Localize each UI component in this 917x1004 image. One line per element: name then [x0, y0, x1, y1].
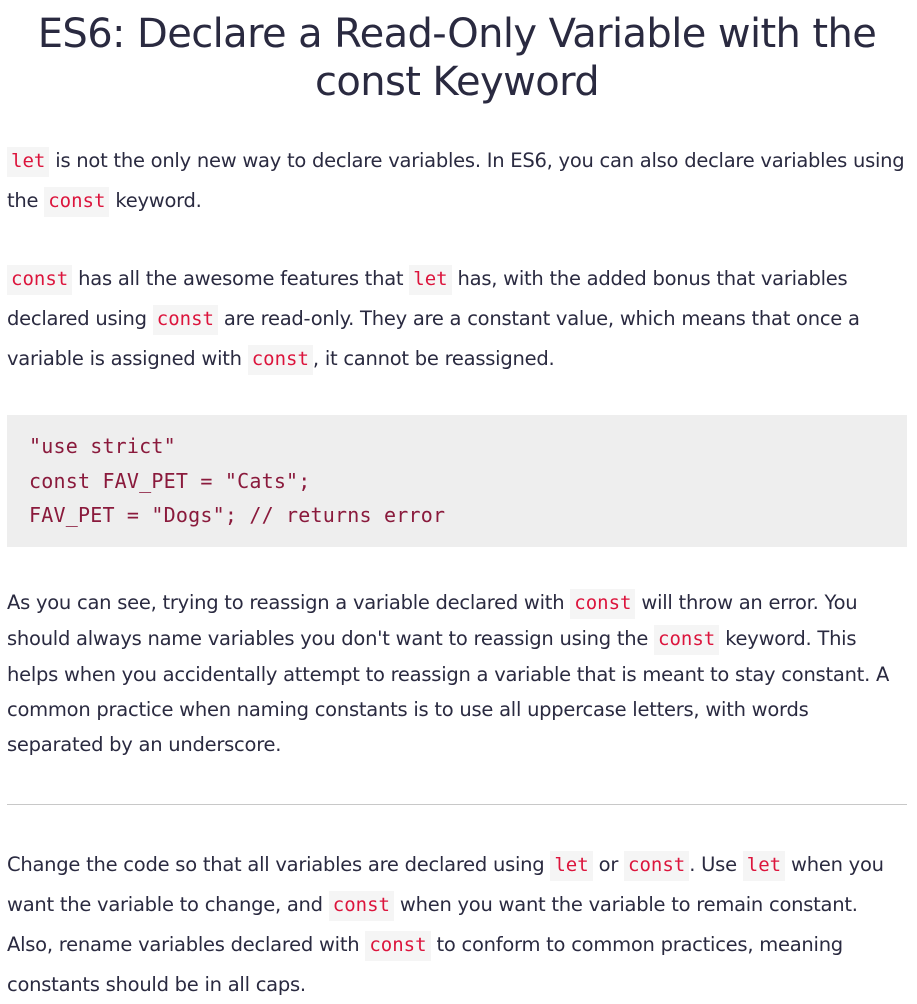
challenge-description: ES6: Declare a Read-Only Variable with t…	[7, 0, 907, 996]
paragraph-text: . Use	[689, 853, 743, 876]
intro-paragraph: let is not the only new way to declare v…	[7, 141, 907, 221]
inline-code: const	[152, 305, 218, 335]
code-example-block: "use strict" const FAV_PET = "Cats"; FAV…	[7, 415, 907, 547]
paragraph-text: has all the awesome features that	[72, 267, 410, 290]
inline-code: let	[7, 147, 50, 177]
inline-code: let	[742, 851, 786, 881]
inline-code: const	[44, 187, 110, 217]
inline-code: const	[7, 265, 73, 295]
page-title-line-2: const Keyword	[314, 59, 600, 105]
code-line: "use strict"	[29, 434, 176, 458]
explanation-paragraph: As you can see, trying to reassign a var…	[7, 585, 907, 762]
page-title-line-1: ES6: Declare a Read-Only Variable with t…	[37, 11, 877, 57]
inline-code: const	[365, 931, 431, 961]
inline-code: const	[624, 851, 690, 881]
inline-code: const	[654, 625, 720, 655]
section-divider	[7, 804, 907, 805]
paragraph-text: keyword.	[109, 189, 202, 212]
inline-code: const	[328, 891, 394, 921]
inline-code: let	[409, 265, 452, 295]
instructions-paragraph: Change the code so that all variables ar…	[7, 845, 907, 1004]
page-title: ES6: Declare a Read-Only Variable with t…	[7, 0, 907, 106]
paragraph-text: Change the code so that all variables ar…	[7, 853, 551, 876]
code-line: const FAV_PET = "Cats";	[29, 468, 311, 493]
const-features-paragraph: const has all the awesome features that …	[7, 259, 907, 379]
inline-code: const	[570, 589, 636, 619]
inline-code: const	[247, 345, 313, 375]
paragraph-text: As you can see, trying to reassign a var…	[7, 591, 571, 614]
paragraph-text: , it cannot be reassigned.	[312, 347, 555, 370]
code-line: FAV_PET = "Dogs"; // returns error	[29, 503, 446, 527]
paragraph-text: or	[592, 853, 625, 876]
inline-code: let	[550, 851, 593, 881]
